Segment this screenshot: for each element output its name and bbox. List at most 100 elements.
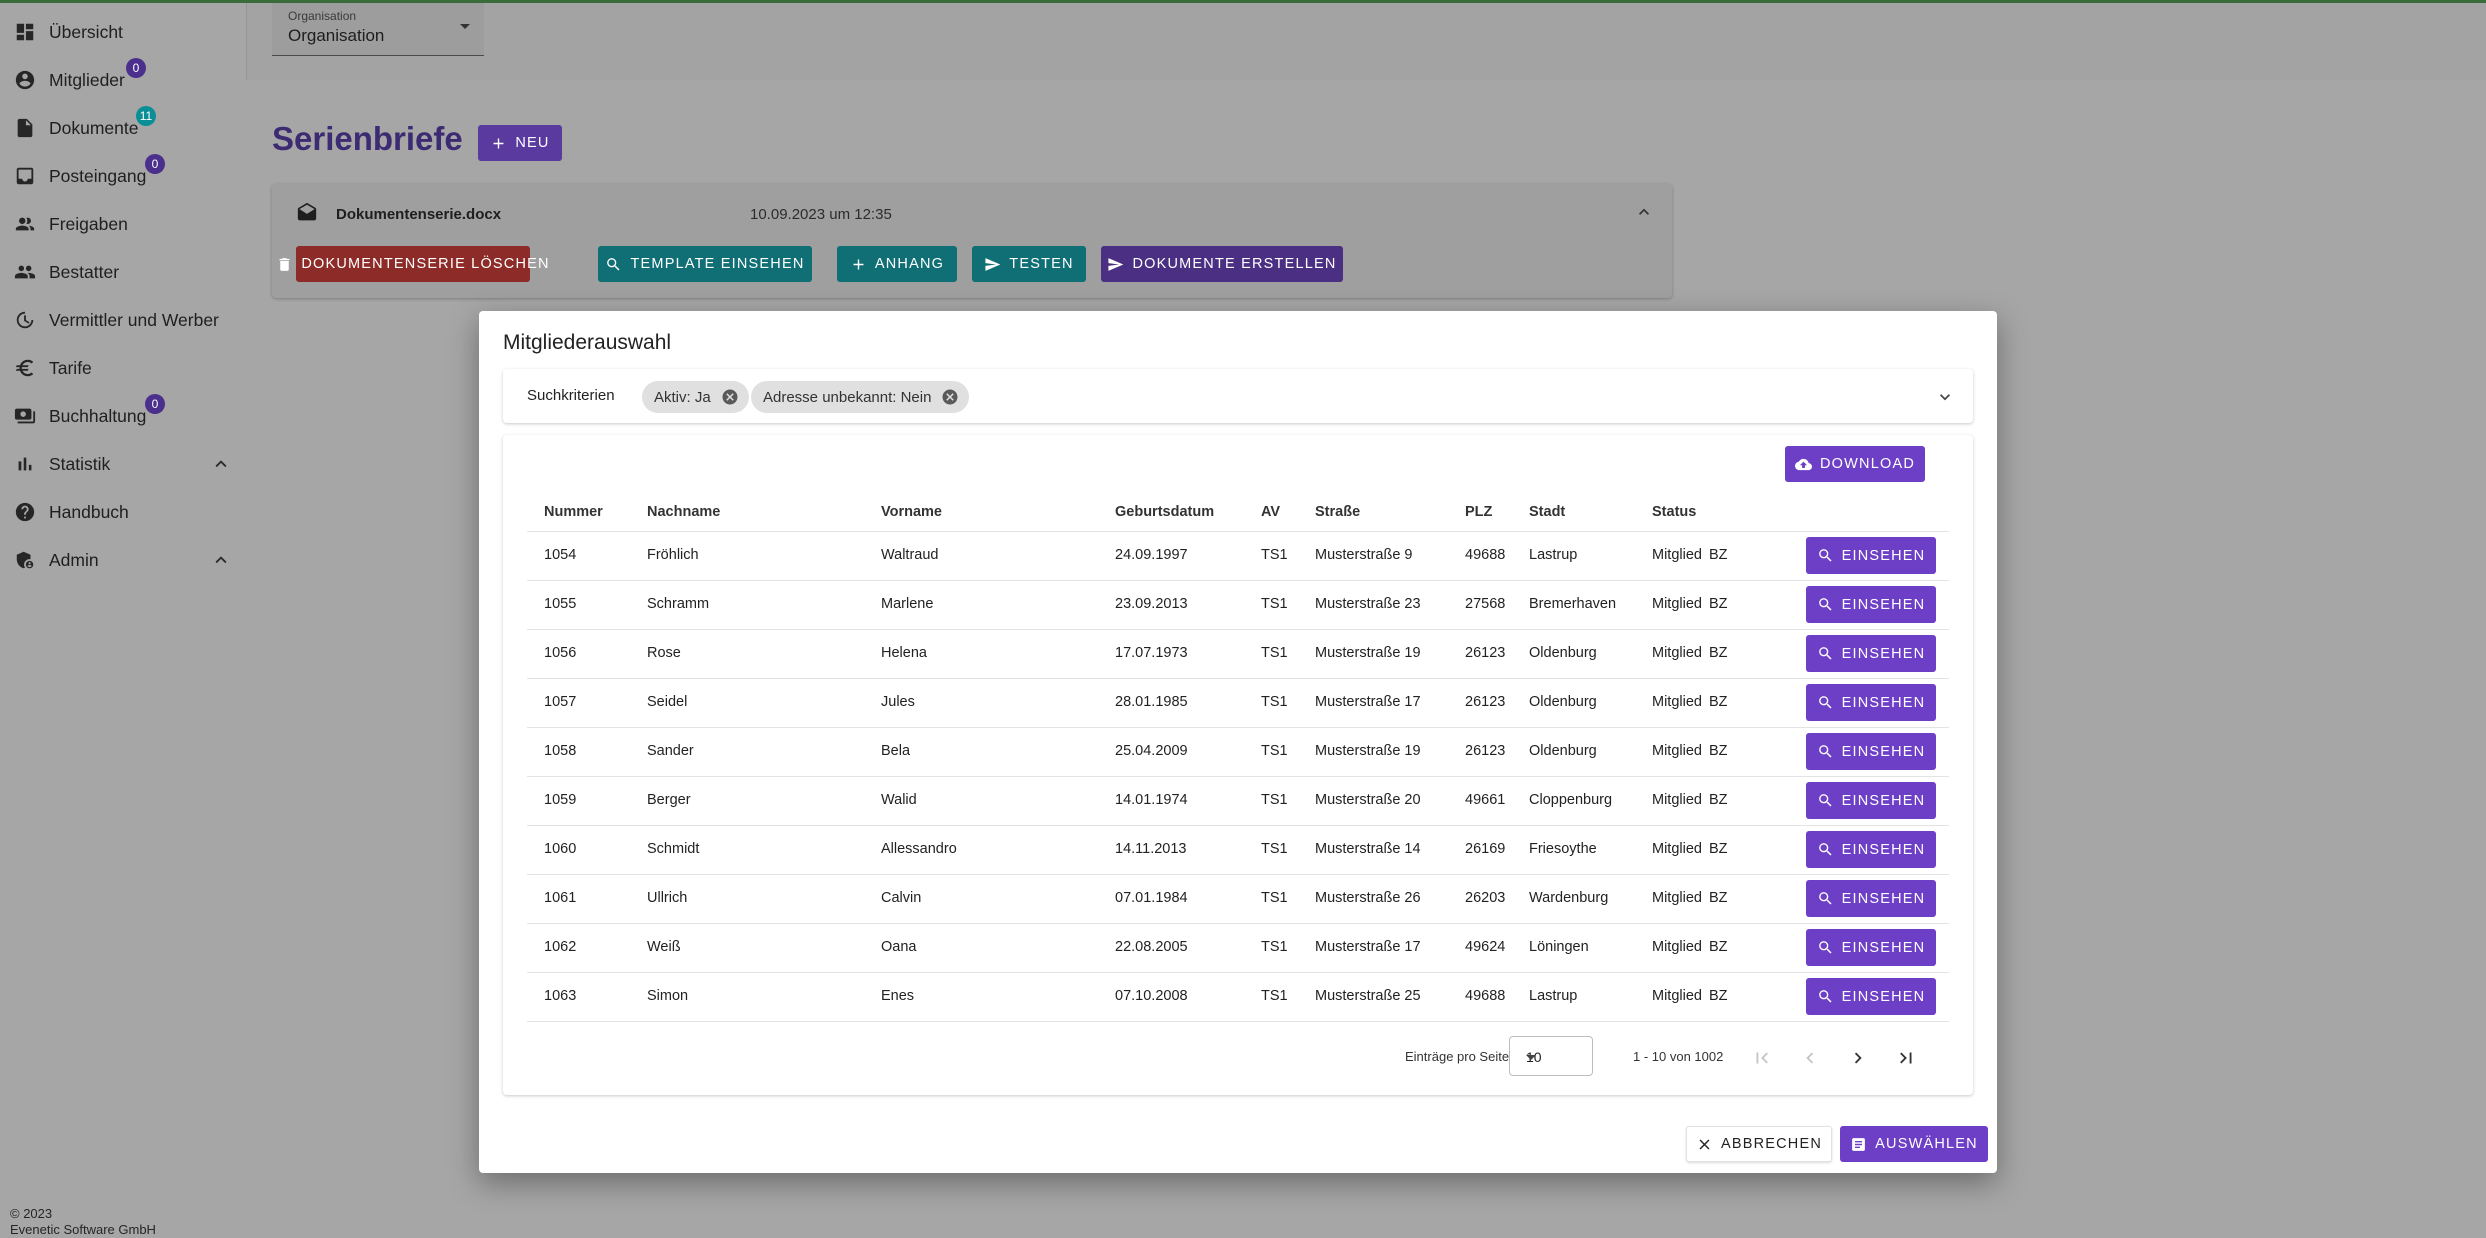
filter-chip-adresse[interactable]: Adresse unbekannt: Nein [751, 381, 970, 413]
table-cell: Walid [881, 792, 917, 808]
close-icon [1699, 1139, 1710, 1149]
table-cell: Musterstraße 26 [1315, 890, 1421, 906]
view-member-button[interactable]: Einsehen [1806, 978, 1936, 1015]
sidebar-item-handbuch[interactable]: Handbuch [0, 490, 246, 534]
test-button[interactable]: Testen [972, 246, 1086, 282]
attachment-button[interactable]: Anhang [837, 246, 957, 282]
view-member-button[interactable]: Einsehen [1806, 684, 1936, 721]
delete-series-button[interactable]: Dokumentenserie löschen [279, 246, 548, 282]
inbox-icon [16, 167, 34, 185]
table-cell: 1061 [544, 890, 577, 906]
table-cell: 49661 [1465, 792, 1506, 808]
column-header-strasse[interactable]: Straße [1315, 504, 1360, 520]
view-member-button[interactable]: Einsehen [1806, 782, 1936, 819]
search-icon [607, 257, 620, 271]
chevron-up-icon[interactable] [1634, 202, 1654, 222]
sidebar-item-vermittler[interactable]: Vermittler und Werber [0, 298, 246, 342]
table-cell: Musterstraße 17 [1315, 694, 1421, 710]
table-cell: Fröhlich [647, 547, 699, 563]
column-header-nachname[interactable]: Nachname [647, 504, 720, 520]
sidebar-item-uebersicht[interactable]: Übersicht [0, 10, 246, 54]
table-cell: Lastrup [1529, 988, 1578, 1004]
view-member-button[interactable]: Einsehen [1806, 635, 1936, 672]
table-cell: 07.10.2008 [1115, 988, 1188, 1004]
chevron-down-icon[interactable] [1935, 387, 1955, 407]
sidebar-item-mitglieder[interactable]: Mitglieder 0 [0, 58, 246, 102]
table-cell: 26203 [1465, 890, 1506, 906]
cloud-download-icon [1795, 458, 1812, 470]
table-header-divider [527, 531, 1949, 532]
sidebar-item-label: Tarife [49, 357, 92, 378]
member-selection-dialog: Mitgliederauswahl Suchkriterien Aktiv: J… [479, 311, 1997, 1173]
sidebar-item-buchhaltung[interactable]: Buchhaltung 0 [0, 394, 246, 438]
column-header-status[interactable]: Status [1652, 504, 1696, 520]
view-member-button[interactable]: Einsehen [1806, 537, 1936, 574]
filter-chip-label: Aktiv: Ja [654, 388, 711, 406]
table-cell: Löningen [1529, 939, 1589, 955]
last-page-icon[interactable] [1895, 1047, 1917, 1069]
sidebar-item-statistik[interactable]: Statistik [0, 442, 246, 486]
column-header-nummer[interactable]: Nummer [544, 504, 603, 520]
trash-icon [279, 257, 290, 271]
remove-chip-icon[interactable] [941, 388, 959, 406]
table-cell: Musterstraße 17 [1315, 939, 1421, 955]
chevron-up-icon[interactable] [210, 453, 232, 475]
column-header-av[interactable]: AV [1261, 504, 1280, 520]
view-member-label: Einsehen [1841, 596, 1926, 613]
sidebar-item-dokumente[interactable]: Dokumente 11 [0, 106, 246, 150]
document-icon [17, 118, 33, 138]
series-card: Dokumentenserie.docx 10.09.2023 um 12:35… [272, 184, 1672, 298]
table-cell: 1060 [544, 841, 577, 857]
view-member-label: Einsehen [1841, 645, 1926, 662]
download-button[interactable]: Download [1785, 446, 1925, 482]
column-header-geburtsdatum[interactable]: Geburtsdatum [1115, 504, 1214, 520]
sidebar-item-label: Mitglieder [49, 69, 125, 90]
sidebar-item-admin[interactable]: Admin [0, 538, 246, 582]
test-label: Testen [1009, 256, 1074, 272]
sidebar-item-tarife[interactable]: Tarife [0, 346, 246, 390]
view-template-button[interactable]: Template einsehen [598, 246, 812, 282]
column-header-plz[interactable]: PLZ [1465, 504, 1492, 520]
view-member-button[interactable]: Einsehen [1806, 929, 1936, 966]
cancel-button[interactable]: Abbrechen [1686, 1126, 1832, 1162]
remove-chip-icon[interactable] [721, 388, 739, 406]
sidebar-item-posteingang[interactable]: Posteingang 0 [0, 154, 246, 198]
new-button-label: Neu [515, 135, 550, 151]
table-cell: Musterstraße 19 [1315, 645, 1421, 661]
view-member-button[interactable]: Einsehen [1806, 831, 1936, 868]
table-cell: 24.09.1997 [1115, 547, 1188, 563]
table-cell: Cloppenburg [1529, 792, 1613, 808]
view-member-button[interactable]: Einsehen [1806, 586, 1936, 623]
list-icon [1852, 1137, 1866, 1151]
previous-page-icon[interactable] [1799, 1047, 1821, 1069]
view-member-button[interactable]: Einsehen [1806, 880, 1936, 917]
series-date: 10.09.2023 um 12:35 [750, 206, 892, 223]
table-cell: BZ [1709, 792, 1728, 808]
company-name: Evenetic Software GmbH [10, 1222, 156, 1237]
view-member-button[interactable]: Einsehen [1806, 733, 1936, 770]
row-divider [527, 580, 1949, 581]
column-header-vorname[interactable]: Vorname [881, 504, 942, 520]
handshake-icon [16, 311, 34, 329]
column-header-stadt[interactable]: Stadt [1529, 504, 1565, 520]
create-documents-button[interactable]: Dokumente erstellen [1101, 246, 1343, 282]
per-page-select[interactable]: 10 [1509, 1036, 1593, 1076]
search-criteria-panel[interactable]: Suchkriterien Aktiv: Ja Adresse unbekann… [503, 369, 1973, 423]
table-cell: Mitglied [1652, 939, 1702, 955]
row-divider [527, 678, 1949, 679]
new-button[interactable]: Neu [478, 125, 562, 161]
sidebar-item-bestatter[interactable]: Bestatter [0, 250, 246, 294]
select-button[interactable]: Auswählen [1840, 1126, 1988, 1162]
organisation-select[interactable]: Organisation Organisation [272, 0, 484, 56]
table-cell: Mitglied [1652, 694, 1702, 710]
sidebar-item-freigaben[interactable]: Freigaben [0, 202, 246, 246]
filter-chip-aktiv[interactable]: Aktiv: Ja [642, 381, 749, 413]
create-documents-label: Dokumente erstellen [1132, 256, 1337, 272]
first-page-icon[interactable] [1751, 1047, 1773, 1069]
chevron-up-icon[interactable] [210, 549, 232, 571]
table-cell: 22.08.2005 [1115, 939, 1188, 955]
table-cell: 49688 [1465, 988, 1506, 1004]
copyright-year: © 2023 [10, 1206, 53, 1221]
table-cell: 14.01.1974 [1115, 792, 1188, 808]
next-page-icon[interactable] [1847, 1047, 1869, 1069]
